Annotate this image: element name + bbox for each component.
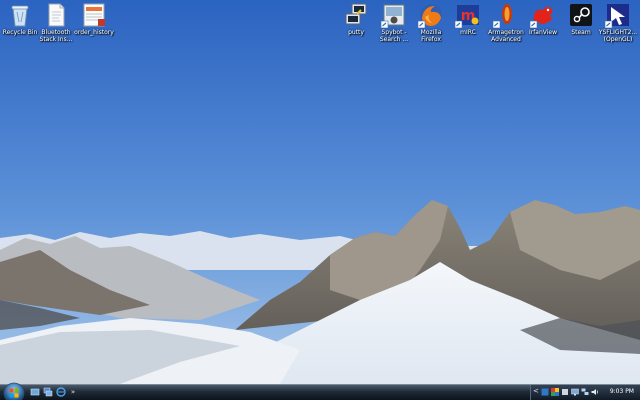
recycle-bin-label: Recycle Bin — [2, 29, 38, 36]
bluetooth-stack-label: Bluetooth Stack Ins... — [39, 29, 73, 43]
spybot-shortcut[interactable]: Spybot - Search ... — [374, 2, 414, 43]
irfanview-label: IrfanView — [528, 29, 558, 36]
show-desktop-icon[interactable] — [30, 387, 40, 397]
mirc-shortcut[interactable]: m mIRC — [448, 2, 488, 36]
quick-launch-more-button[interactable]: » — [69, 387, 77, 399]
spybot-icon — [381, 4, 405, 28]
windows-logo-icon — [9, 388, 14, 393]
irfanview-icon — [530, 6, 553, 28]
putty-shortcut[interactable]: putty — [336, 2, 376, 36]
tray-monitor-icon[interactable] — [571, 388, 579, 396]
irfanview-shortcut[interactable]: IrfanView — [523, 2, 563, 36]
tray-app-icon[interactable] — [541, 388, 549, 396]
taskbar: » < 9:03 PM — [0, 382, 640, 400]
steam-label: Steam — [571, 29, 591, 36]
steam-shortcut[interactable]: Steam — [561, 2, 601, 36]
internet-explorer-icon[interactable] — [56, 387, 66, 397]
tray-device-icon[interactable] — [561, 388, 569, 396]
tray-expand-button[interactable]: < — [533, 387, 539, 395]
ysflight-shortcut[interactable]: YSFLIGHT2... (OpenGL) — [598, 2, 638, 43]
tray-colors-icon[interactable] — [551, 388, 559, 396]
start-button[interactable] — [3, 382, 25, 400]
armagetron-icon — [493, 4, 512, 28]
recycle-bin-icon — [11, 5, 29, 27]
network-icon[interactable] — [581, 388, 589, 396]
bluetooth-stack-shortcut[interactable]: Bluetooth Stack Ins... — [36, 2, 76, 43]
system-tray: < 9:03 PM — [530, 385, 640, 400]
switch-windows-icon[interactable] — [43, 387, 53, 397]
steam-icon — [570, 4, 592, 26]
order-history-shortcut[interactable]: order_history — [74, 2, 114, 36]
ysflight-icon — [605, 4, 629, 28]
mozilla-firefox-shortcut[interactable]: Mozilla Firefox — [411, 2, 451, 43]
ysflight-label: YSFLIGHT2... (OpenGL) — [598, 29, 638, 43]
armagetron-label: Armagetron Advanced — [488, 29, 524, 43]
spybot-label: Spybot - Search ... — [379, 29, 409, 43]
quick-launch-bar: » — [30, 387, 77, 399]
mirc-label: mIRC — [460, 29, 476, 36]
firefox-icon — [418, 4, 442, 28]
armagetron-shortcut[interactable]: Armagetron Advanced — [486, 2, 526, 43]
mirc-icon: m — [455, 5, 479, 28]
mozilla-firefox-label: Mozilla Firefox — [420, 29, 442, 43]
document-icon — [48, 3, 65, 27]
desktop-wallpaper — [0, 0, 640, 384]
order-history-label: order_history — [74, 29, 114, 36]
clock[interactable]: 9:03 PM — [610, 388, 634, 395]
spreadsheet-document-icon — [83, 3, 105, 27]
volume-icon[interactable] — [591, 388, 599, 396]
putty-icon — [345, 3, 367, 25]
putty-label: putty — [348, 29, 364, 36]
recycle-bin-shortcut[interactable]: Recycle Bin — [0, 2, 40, 36]
